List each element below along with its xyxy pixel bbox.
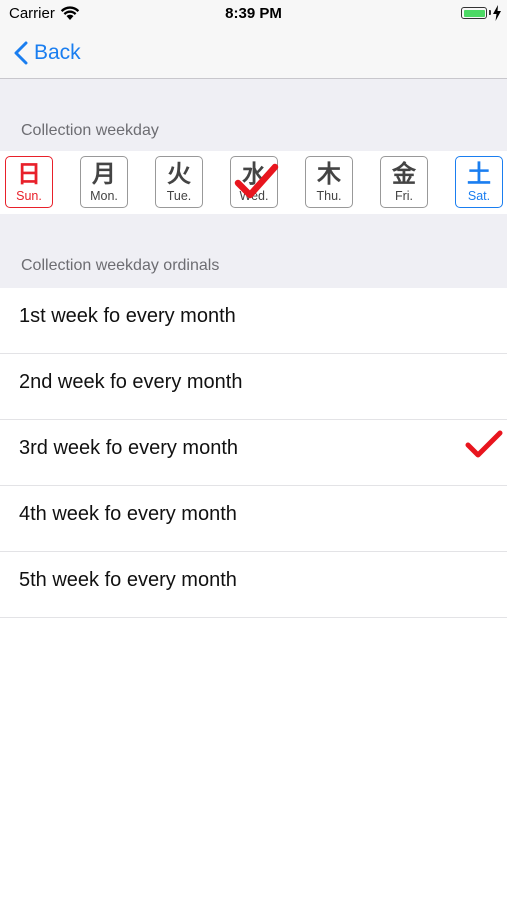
weekday-thursday[interactable]: 木 Thu.: [305, 156, 353, 208]
section-header-ordinals: Collection weekday ordinals: [21, 257, 220, 274]
weekday-abbr: Tue.: [166, 189, 192, 203]
weekday-kanji: 金: [392, 161, 416, 188]
weekday-saturday[interactable]: 土 Sat.: [455, 156, 503, 208]
back-label: Back: [34, 41, 81, 64]
list-item-label: 1st week fo every month: [19, 305, 236, 327]
list-item[interactable]: 2nd week fo every month: [0, 354, 507, 420]
list-item-label: 2nd week fo every month: [19, 371, 243, 393]
list-item[interactable]: 4th week fo every month: [0, 486, 507, 552]
battery-icon: [461, 7, 487, 19]
section-header-weekday: Collection weekday: [21, 122, 159, 139]
list-item-label: 4th week fo every month: [19, 503, 237, 525]
weekday-abbr: Sat.: [467, 189, 491, 203]
weekday-abbr: Mon.: [90, 189, 118, 203]
weekday-kanji: 月: [92, 161, 116, 188]
weekday-selector: 日 Sun. 月 Mon. 火 Tue. 水 Wed. 木 Thu. 金 Fri…: [0, 151, 507, 214]
list-item[interactable]: 1st week fo every month: [0, 288, 507, 354]
weekday-monday[interactable]: 月 Mon.: [80, 156, 128, 208]
weekday-kanji: 土: [467, 161, 491, 188]
weekday-wednesday[interactable]: 水 Wed.: [230, 156, 279, 208]
status-time: 8:39 PM: [225, 5, 282, 22]
list-item-label: 5th week fo every month: [19, 569, 237, 591]
back-button[interactable]: Back: [14, 38, 81, 68]
list-item[interactable]: 5th week fo every month: [0, 552, 507, 618]
weekday-abbr: Sun.: [16, 189, 42, 203]
checkmark-icon: [234, 163, 279, 199]
weekday-friday[interactable]: 金 Fri.: [380, 156, 428, 208]
weekday-kanji: 日: [17, 161, 41, 188]
chevron-left-icon: [14, 41, 28, 65]
weekday-abbr: Thu.: [316, 189, 342, 203]
battery-level: [463, 9, 485, 17]
navigation-bar: Back: [0, 28, 507, 79]
battery-tip: [489, 10, 491, 15]
checkmark-icon: [465, 430, 503, 458]
status-bar: Carrier 8:39 PM: [0, 0, 507, 28]
weekday-tuesday[interactable]: 火 Tue.: [155, 156, 203, 208]
list-item-label: 3rd week fo every month: [19, 437, 238, 459]
ordinals-list: 1st week fo every month 2nd week fo ever…: [0, 288, 507, 618]
weekday-kanji: 木: [317, 161, 341, 188]
list-item[interactable]: 3rd week fo every month: [0, 420, 507, 486]
weekday-kanji: 火: [167, 161, 191, 188]
weekday-sunday[interactable]: 日 Sun.: [5, 156, 53, 208]
weekday-abbr: Fri.: [394, 189, 414, 203]
charging-bolt-icon: [493, 5, 501, 21]
